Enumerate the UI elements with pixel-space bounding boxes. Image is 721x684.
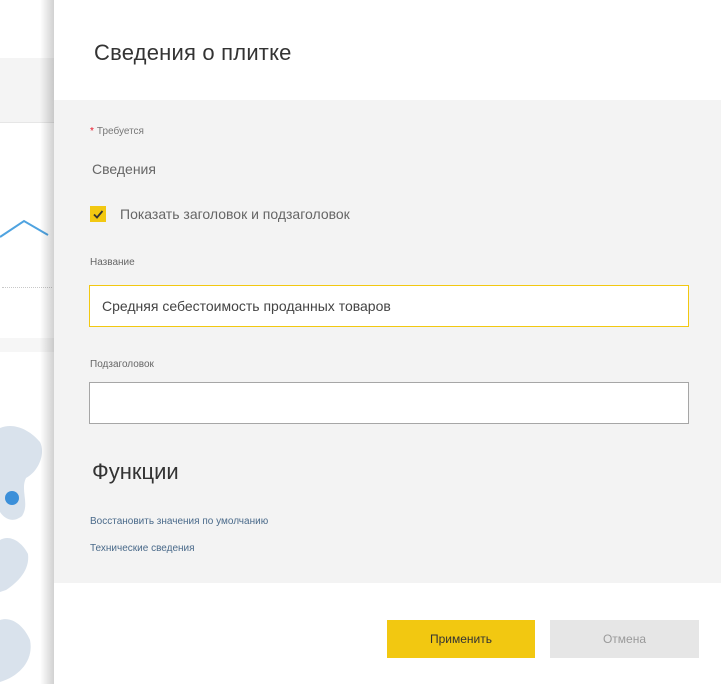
title-field-label: Название bbox=[90, 257, 135, 268]
required-note: * Требуется bbox=[90, 126, 144, 137]
title-input[interactable] bbox=[89, 285, 689, 327]
section-label-details: Сведения bbox=[92, 161, 156, 177]
technical-details-link[interactable]: Технические сведения bbox=[90, 543, 195, 554]
pane-header: Сведения о плитке bbox=[54, 0, 721, 100]
tile-details-pane: Сведения о плитке bbox=[54, 0, 721, 684]
pane-shadow bbox=[40, 0, 54, 684]
show-title-checkbox-label: Показать заголовок и подзаголовок bbox=[120, 206, 350, 222]
checkmark-icon bbox=[93, 210, 104, 219]
show-title-checkbox[interactable] bbox=[90, 206, 106, 222]
show-title-checkbox-row[interactable]: Показать заголовок и подзаголовок bbox=[90, 206, 350, 222]
functions-heading: Функции bbox=[92, 459, 179, 484]
subtitle-input[interactable] bbox=[89, 382, 689, 424]
background-dashboard bbox=[0, 0, 54, 684]
pane-title: Сведения о плитке bbox=[94, 40, 292, 65]
apply-button[interactable]: Применить bbox=[387, 620, 535, 658]
cancel-button[interactable]: Отмена bbox=[550, 620, 699, 658]
required-star: * bbox=[90, 126, 94, 137]
restore-defaults-link[interactable]: Восстановить значения по умолчанию bbox=[90, 516, 268, 527]
subtitle-field-label: Подзаголовок bbox=[90, 359, 154, 370]
required-note-text: Требуется bbox=[96, 126, 144, 137]
